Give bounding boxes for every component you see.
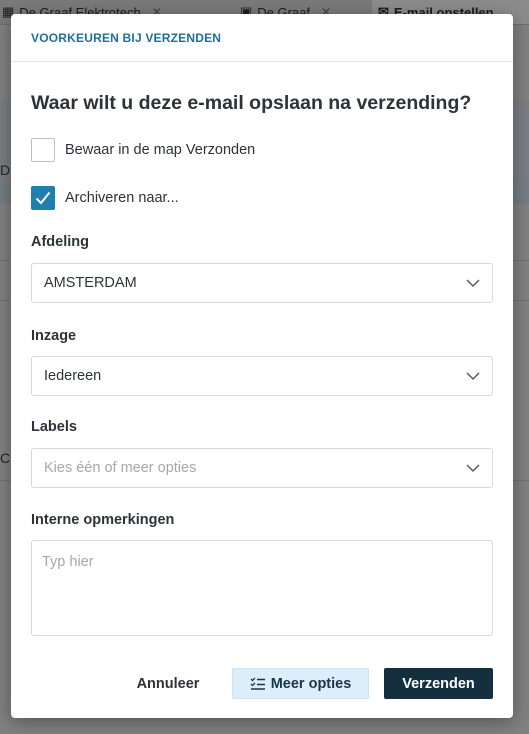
remarks-placeholder: Typ hier <box>42 554 94 570</box>
remarks-textarea[interactable]: Typ hier <box>31 540 493 636</box>
checkmark-icon <box>35 191 51 205</box>
chevron-down-icon <box>466 464 480 473</box>
cancel-button[interactable]: Annuleer <box>123 668 213 699</box>
chevron-down-icon <box>466 279 480 288</box>
archive-option[interactable]: Archiveren naar... <box>31 186 179 210</box>
more-options-button[interactable]: Meer opties <box>232 668 369 699</box>
labels-placeholder: Kies één of meer opties <box>44 460 197 476</box>
labels-select[interactable]: Kies één of meer opties <box>31 448 493 488</box>
save-sent-checkbox[interactable] <box>31 138 55 162</box>
save-sent-option[interactable]: Bewaar in de map Verzonden <box>31 138 255 162</box>
dialog-title: VOORKEUREN BIJ VERZENDEN <box>31 30 222 45</box>
checklist-icon <box>250 677 265 690</box>
more-options-label: Meer opties <box>270 675 352 692</box>
save-sent-label: Bewaar in de map Verzonden <box>65 142 256 158</box>
send-button[interactable]: Verzenden <box>384 668 493 699</box>
chevron-down-icon <box>466 372 480 381</box>
send-preferences-dialog: VOORKEUREN BIJ VERZENDEN Waar wilt u dez… <box>11 14 513 718</box>
afdeling-value: AMSTERDAM <box>44 275 137 291</box>
inzage-select[interactable]: Iedereen <box>31 356 493 396</box>
inzage-label: Inzage <box>31 328 77 344</box>
archive-label: Archiveren naar... <box>65 190 179 206</box>
archive-checkbox[interactable] <box>31 186 55 210</box>
labels-label: Labels <box>31 419 77 435</box>
question-heading: Waar wilt u deze e-mail opslaan na verze… <box>31 92 472 114</box>
afdeling-label: Afdeling <box>31 234 89 250</box>
afdeling-select[interactable]: AMSTERDAM <box>31 263 493 303</box>
dialog-footer: Annuleer Meer opties Verzenden <box>11 668 513 699</box>
inzage-value: Iedereen <box>44 368 102 384</box>
remarks-label: Interne opmerkingen <box>31 512 175 528</box>
dialog-header: VOORKEUREN BIJ VERZENDEN <box>11 14 513 62</box>
